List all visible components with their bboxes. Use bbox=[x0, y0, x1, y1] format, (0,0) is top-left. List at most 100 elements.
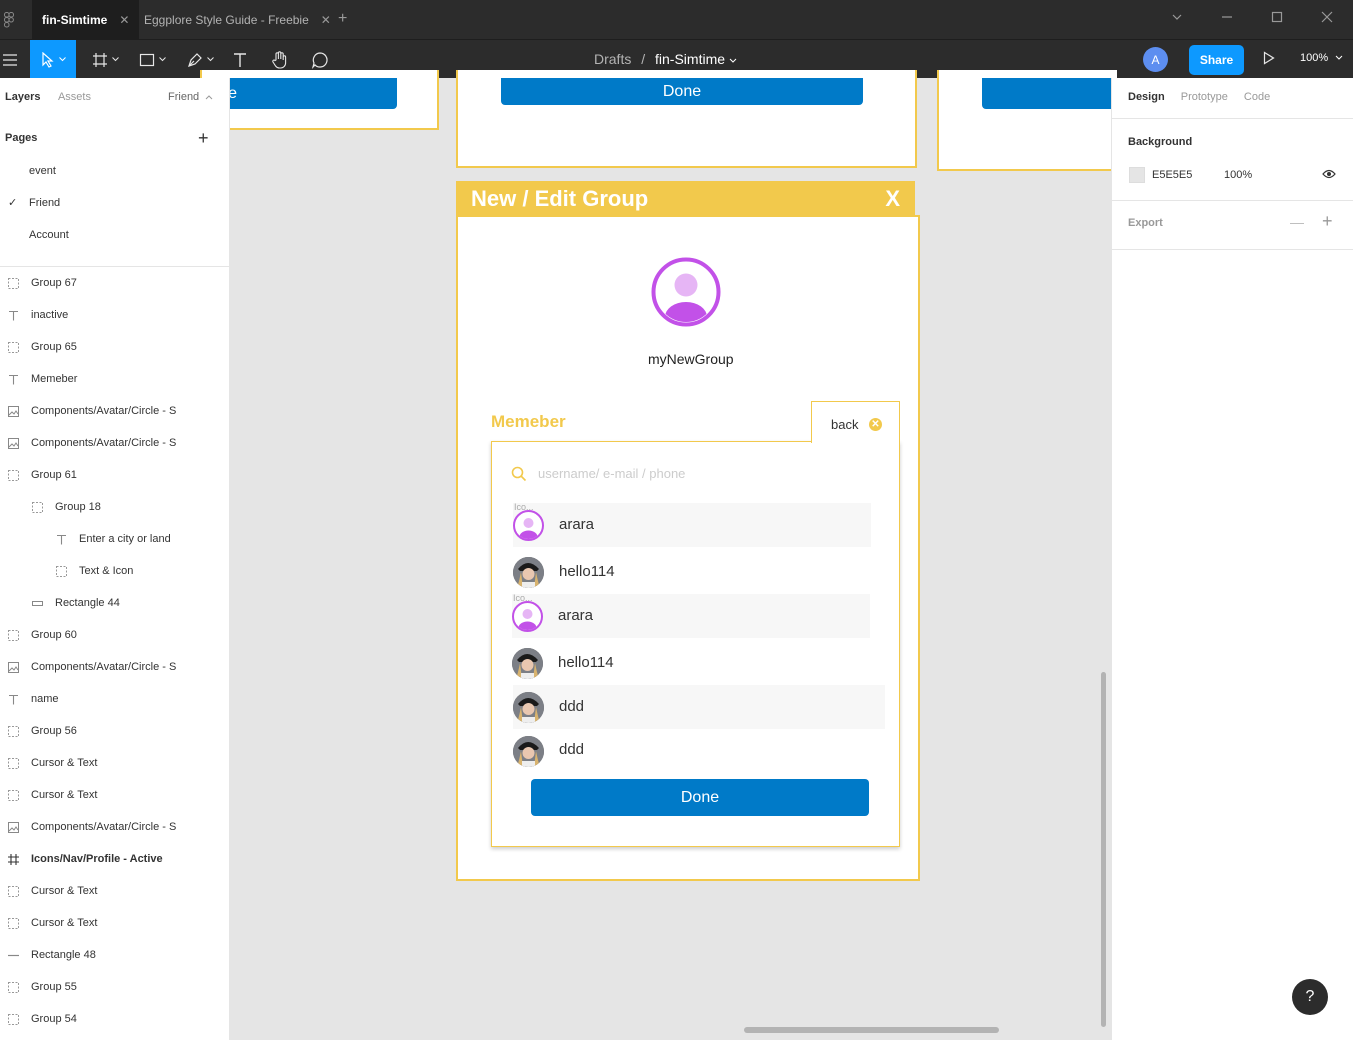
layer-label: Cursor & Text bbox=[31, 789, 98, 801]
avatar[interactable]: A bbox=[1143, 47, 1168, 72]
hand-icon bbox=[272, 50, 287, 69]
tab-label: fin-Simtime bbox=[42, 12, 108, 27]
layer-item[interactable]: Enter a city or land bbox=[55, 523, 171, 555]
share-button[interactable]: Share bbox=[1189, 45, 1244, 75]
chevron-down-icon[interactable] bbox=[729, 58, 737, 64]
group-icon bbox=[7, 725, 19, 737]
tab-fin-simtime[interactable]: fin-Simtime ✕ bbox=[32, 0, 140, 39]
close-circle-icon[interactable]: ✕ bbox=[869, 418, 882, 431]
layer-item[interactable]: name bbox=[7, 683, 59, 715]
layer-item[interactable]: Icons/Nav/Profile - Active bbox=[7, 843, 163, 875]
layer-item[interactable]: Cursor & Text bbox=[7, 779, 97, 811]
search-input[interactable]: username/ e-mail / phone bbox=[538, 466, 685, 481]
minimize-icon[interactable] bbox=[1221, 10, 1233, 26]
layer-item[interactable]: Cursor & Text bbox=[7, 907, 97, 939]
tab-assets[interactable]: Assets bbox=[58, 91, 91, 103]
tab-prototype[interactable]: Prototype bbox=[1181, 91, 1228, 103]
tab-eggplore-style-guide[interactable]: Eggplore Style Guide - Freebie ✕ bbox=[134, 0, 341, 39]
layer-label: Icons/Nav/Profile - Active bbox=[31, 853, 163, 865]
member-row[interactable]: ddd bbox=[513, 732, 871, 776]
layer-item[interactable]: Group 54 bbox=[7, 1003, 77, 1035]
page-item-event[interactable]: event bbox=[29, 165, 56, 177]
layer-item[interactable]: Components/Avatar/Circle - S bbox=[7, 395, 176, 427]
top-done-button[interactable]: Done bbox=[501, 78, 863, 105]
tab-layers[interactable]: Layers bbox=[5, 91, 40, 103]
group-avatar-icon[interactable] bbox=[651, 257, 721, 327]
group-icon bbox=[7, 1013, 19, 1025]
layer-item[interactable]: Cursor & Text bbox=[7, 747, 97, 779]
group-icon bbox=[7, 917, 19, 929]
horizontal-scrollbar[interactable] bbox=[744, 1027, 999, 1033]
breadcrumb-file[interactable]: fin-Simtime bbox=[655, 51, 725, 67]
vertical-scrollbar[interactable] bbox=[1101, 672, 1106, 1027]
close-tab-icon[interactable]: ✕ bbox=[119, 13, 129, 27]
add-page-icon[interactable]: + bbox=[198, 128, 209, 149]
chevron-down-icon[interactable] bbox=[1171, 10, 1183, 26]
eye-icon[interactable] bbox=[1322, 169, 1336, 182]
new-tab-icon[interactable]: + bbox=[338, 10, 347, 28]
help-button[interactable]: ? bbox=[1292, 979, 1328, 1015]
partial-button-right[interactable] bbox=[982, 78, 1117, 109]
page-item-account[interactable]: Account bbox=[29, 229, 69, 241]
minus-icon[interactable]: — bbox=[1290, 214, 1304, 230]
layer-item[interactable]: Rectangle 48 bbox=[7, 939, 96, 971]
page-selector[interactable]: Friend bbox=[168, 91, 213, 103]
shape-tool-button[interactable] bbox=[135, 40, 169, 79]
background-color-swatch[interactable] bbox=[1129, 167, 1145, 183]
layer-item[interactable]: Group 18 bbox=[31, 491, 101, 523]
chevron-up-icon bbox=[205, 95, 213, 100]
tab-code[interactable]: Code bbox=[1244, 91, 1270, 103]
layer-item[interactable]: Cursor & Text bbox=[7, 875, 97, 907]
frame-title: New / Edit Group bbox=[471, 186, 649, 211]
layer-item[interactable]: Group 61 bbox=[7, 459, 77, 491]
tab-design[interactable]: Design bbox=[1128, 91, 1165, 103]
member-row[interactable]: hello114 bbox=[512, 641, 870, 685]
page-item-friend[interactable]: Friend bbox=[29, 197, 60, 209]
member-row[interactable]: Ico... arara bbox=[512, 593, 870, 638]
done-button[interactable]: Done bbox=[531, 779, 869, 816]
member-row[interactable]: ddd bbox=[513, 685, 885, 729]
layer-item[interactable]: Group 65 bbox=[7, 331, 77, 363]
main-menu-icon[interactable] bbox=[0, 40, 20, 79]
zoom-dropdown[interactable]: 100% bbox=[1300, 52, 1343, 64]
member-avatar-icon bbox=[512, 601, 543, 632]
move-tool-button[interactable] bbox=[30, 40, 76, 79]
layer-item[interactable]: Memeber bbox=[7, 363, 77, 395]
add-export-icon[interactable]: + bbox=[1322, 211, 1333, 232]
background-opacity-input[interactable]: 100% bbox=[1224, 169, 1252, 181]
text-icon bbox=[234, 52, 246, 67]
back-tab[interactable]: back ✕ bbox=[811, 401, 900, 443]
back-label: back bbox=[831, 417, 859, 432]
layer-item[interactable]: Group 60 bbox=[7, 619, 77, 651]
text-icon bbox=[7, 373, 19, 385]
design-panel: Design Prototype Code Background E5E5E5 … bbox=[1111, 78, 1353, 1040]
figma-logo-icon[interactable] bbox=[4, 12, 14, 28]
layer-label: Memeber bbox=[31, 373, 78, 385]
layer-item[interactable]: inactive bbox=[7, 299, 68, 331]
frame-close-button[interactable]: X bbox=[885, 186, 900, 212]
maximize-icon[interactable] bbox=[1271, 10, 1283, 26]
layer-item[interactable]: Components/Avatar/Circle - S bbox=[7, 651, 176, 683]
layer-label: inactive bbox=[31, 309, 69, 321]
close-tab-icon[interactable]: ✕ bbox=[321, 13, 331, 27]
layer-item[interactable]: Text & Icon bbox=[55, 555, 133, 587]
frame-icon bbox=[92, 52, 107, 67]
layer-item[interactable]: Group 67 bbox=[7, 267, 77, 299]
frame-tool-button[interactable] bbox=[88, 40, 122, 79]
group-icon bbox=[7, 789, 19, 801]
layer-item[interactable]: Components/Avatar/Circle - S bbox=[7, 427, 176, 459]
layer-item[interactable]: Group 55 bbox=[7, 971, 77, 1003]
layer-item[interactable]: Rectangle 44 bbox=[31, 587, 120, 619]
layer-item[interactable]: Group 56 bbox=[7, 715, 77, 747]
background-hex-input[interactable]: E5E5E5 bbox=[1152, 169, 1192, 181]
close-window-icon[interactable] bbox=[1321, 10, 1333, 26]
member-name: arara bbox=[558, 607, 594, 624]
present-play-icon[interactable] bbox=[1263, 51, 1275, 68]
breadcrumb-folder[interactable]: Drafts bbox=[594, 51, 631, 67]
member-row[interactable]: Ico... arara bbox=[513, 502, 871, 547]
frame-icon bbox=[7, 853, 19, 865]
group-name-label[interactable]: myNewGroup bbox=[648, 351, 734, 367]
group-icon bbox=[7, 981, 19, 993]
layer-item[interactable]: Components/Avatar/Circle - S bbox=[7, 811, 176, 843]
member-row[interactable]: hello114 bbox=[513, 550, 871, 594]
